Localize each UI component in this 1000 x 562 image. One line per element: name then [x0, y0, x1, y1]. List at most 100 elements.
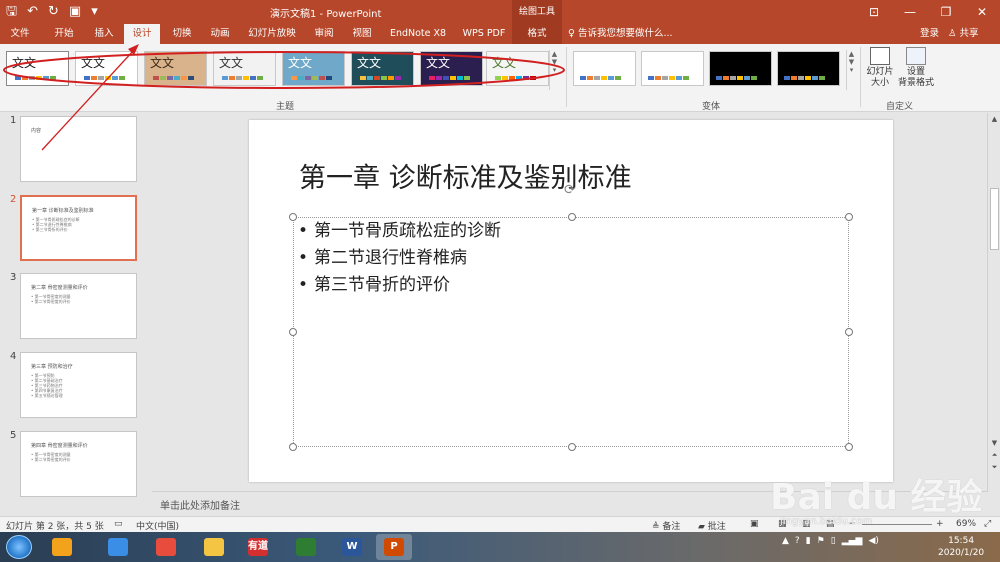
redo-icon[interactable]: ↻ [48, 3, 59, 21]
ribbon-display-icon[interactable]: ⊡ [856, 0, 892, 24]
tab-design[interactable]: 设计 [124, 24, 160, 44]
current-slide[interactable]: 第一章 诊断标准及鉴别标准 ⟳ 第一节骨质疏松症的诊断 第二节退行性脊椎病 第三… [249, 120, 893, 482]
spellcheck-icon[interactable]: ▭ [114, 519, 123, 529]
taskbar-youdao[interactable]: 有道 [240, 534, 276, 560]
taskbar-app-1[interactable] [44, 534, 80, 560]
variant-thumbnail[interactable] [777, 51, 840, 86]
theme-thumbnail[interactable]: 文文 [144, 51, 207, 86]
bullet-item[interactable]: 第二节退行性脊椎病 [298, 245, 501, 272]
prev-slide-icon[interactable]: ⏶ [988, 451, 1000, 460]
tab-wps-pdf[interactable]: WPS PDF [456, 24, 512, 44]
tab-format[interactable]: 格式 [512, 24, 562, 44]
color-swatch [22, 76, 28, 80]
fit-slide-icon[interactable]: ⤢ [984, 519, 991, 529]
color-swatch [319, 76, 325, 80]
thumbnail-title: 第一章 诊断标准及鉴别标准 [32, 208, 94, 214]
vertical-scrollbar[interactable]: ▲ ▼ ⏶ ⏷ [987, 113, 1000, 516]
theme-thumbnail[interactable]: 文文 [282, 51, 345, 86]
signal-icon[interactable]: ▂▄▆ [842, 536, 863, 546]
tab-endnote[interactable]: EndNote X8 [386, 24, 450, 44]
slide-title[interactable]: 第一章 诊断标准及鉴别标准 [299, 156, 632, 195]
bullet-item[interactable]: 第三节骨折的评价 [298, 272, 501, 299]
rotate-handle-icon[interactable]: ⟳ [564, 182, 576, 198]
color-swatch [305, 76, 311, 80]
customize-qat-icon[interactable]: ▾ [91, 3, 98, 21]
flag-icon[interactable]: ⚑ [817, 536, 825, 546]
color-swatch [298, 76, 304, 80]
tab-file[interactable]: 文件 [2, 24, 38, 44]
tab-animations[interactable]: 动画 [202, 24, 238, 44]
resize-handle[interactable] [289, 213, 297, 221]
theme-thumbnail[interactable]: 文文 [6, 51, 69, 86]
taskbar-word[interactable]: W [334, 534, 370, 560]
content-placeholder[interactable]: 第一节骨质疏松症的诊断 第二节退行性脊椎病 第三节骨折的评价 [289, 213, 853, 451]
clock[interactable]: 15:54 2020/1/20 [938, 535, 984, 559]
variant-color-bars [716, 76, 757, 80]
slide-thumbnail[interactable]: 第一章 诊断标准及鉴别标准 • 第一节骨质疏松症的诊断 • 第二节退行性脊椎病 • 第… [20, 195, 137, 261]
slide-thumbnail[interactable]: 第三章 预防和治疗 • 第一节预防 • 第二节基础治疗 • 第三节药物治疗 • 第四节康… [20, 352, 137, 418]
close-icon[interactable]: ✕ [964, 0, 1000, 24]
help-icon[interactable]: ? [795, 536, 800, 546]
color-swatch [181, 76, 187, 80]
save-icon[interactable]: 🖫 [6, 3, 17, 21]
login-link[interactable]: 登录 [920, 24, 939, 44]
theme-thumbnail[interactable]: 文文 [213, 51, 276, 86]
tab-transitions[interactable]: 切换 [164, 24, 200, 44]
tab-home[interactable]: 开始 [46, 24, 82, 44]
language-indicator[interactable]: 中文(中国) [136, 519, 179, 532]
network-icon[interactable]: ▮ [806, 536, 811, 546]
tray-expand-icon[interactable]: ▲ [782, 536, 789, 546]
normal-view-icon[interactable]: ▣ [750, 519, 759, 529]
theme-thumbnail[interactable]: 文文 [420, 51, 483, 86]
theme-thumbnail[interactable]: 文文 [351, 51, 414, 86]
scroll-up-icon[interactable]: ▲ [988, 115, 1000, 123]
comments-toggle-label: 批注 [707, 522, 726, 532]
slide-size-button[interactable]: 幻灯片 大小 [864, 47, 896, 89]
resize-handle[interactable] [845, 213, 853, 221]
taskbar-app-6[interactable] [288, 534, 324, 560]
restore-icon[interactable]: ❐ [928, 0, 964, 24]
undo-icon[interactable]: ↶ [27, 3, 38, 21]
resize-handle[interactable] [845, 443, 853, 451]
format-background-button[interactable]: 设置 背景格式 [898, 47, 934, 89]
tab-slideshow[interactable]: 幻灯片放映 [242, 24, 302, 44]
variant-thumbnail[interactable] [709, 51, 772, 86]
scroll-down-icon[interactable]: ▼ [988, 439, 1000, 447]
resize-handle[interactable] [568, 443, 576, 451]
scrollbar-thumb[interactable] [990, 188, 999, 250]
tab-insert[interactable]: 插入 [86, 24, 122, 44]
comments-toggle[interactable]: ▰ 批注 [698, 519, 726, 532]
tab-review[interactable]: 审阅 [306, 24, 342, 44]
slide-thumbnail[interactable]: 第四章 骨密度测量和评价 • 第一节骨密度的测量 • 第二节骨密度的评价 [20, 431, 137, 497]
next-slide-icon[interactable]: ⏷ [988, 463, 1000, 472]
variant-thumbnail[interactable] [641, 51, 704, 86]
taskbar-sogou[interactable] [100, 534, 136, 560]
theme-thumbnail[interactable]: 文文 [486, 51, 549, 86]
bullet-item[interactable]: 第一节骨质疏松症的诊断 [298, 218, 501, 245]
tell-me-box[interactable]: ♀ 告诉我您想要做什么... [568, 24, 673, 44]
share-button[interactable]: ♙ 共享 [948, 24, 979, 44]
theme-thumbnail[interactable]: 文文 [75, 51, 138, 86]
resize-handle[interactable] [289, 328, 297, 336]
minimize-icon[interactable]: — [892, 0, 928, 24]
resize-handle[interactable] [845, 328, 853, 336]
thumbnail-line: • 第二节骨密度的评价 [31, 299, 71, 304]
resize-handle[interactable] [568, 213, 576, 221]
variant-thumbnail[interactable] [573, 51, 636, 86]
start-button[interactable] [6, 535, 32, 559]
slide-thumbnail[interactable]: 第二章 骨密度测量和评价 • 第一节骨密度的测量 • 第二节骨密度的评价 [20, 273, 137, 339]
taskbar-powerpoint[interactable]: P [376, 534, 412, 560]
themes-gallery-scroll[interactable]: ▲ ▼ ▾ [549, 50, 559, 90]
present-icon[interactable]: ▣ [69, 3, 81, 21]
notes-toggle[interactable]: ≜ 备注 [652, 519, 680, 532]
taskbar-explorer[interactable] [196, 534, 232, 560]
resize-handle[interactable] [289, 443, 297, 451]
color-swatch [594, 76, 600, 80]
taskbar-chrome[interactable] [148, 534, 184, 560]
variants-gallery-scroll[interactable]: ▲ ▼ ▾ [846, 50, 856, 90]
notes-placeholder[interactable]: 单击此处添加备注 [160, 497, 240, 512]
slide-thumbnail[interactable]: 内容 [20, 116, 137, 182]
battery-icon[interactable]: ▯ [831, 536, 836, 546]
tab-view[interactable]: 视图 [344, 24, 380, 44]
volume-icon[interactable]: ◀) [868, 536, 878, 546]
